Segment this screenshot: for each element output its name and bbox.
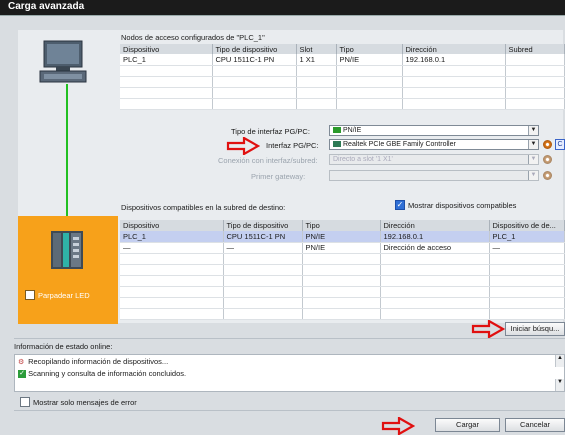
connect-button[interactable]: C (555, 139, 565, 150)
col-tipo-dispositivo[interactable]: Tipo de dispositivo (223, 220, 303, 231)
start-search-button[interactable]: Iniciar búsqu... (505, 322, 565, 336)
table-row (120, 264, 565, 276)
cell: PLC_1 (120, 231, 224, 243)
show-compatible-checkbox[interactable]: ✓ (395, 200, 405, 210)
col-dispositivo[interactable]: Dispositivo (120, 220, 224, 231)
cancel-button[interactable]: Cancelar (505, 418, 565, 432)
red-arrow-icon (381, 416, 416, 435)
compatible-devices-caption: Dispositivos compatibles en la subred de… (121, 203, 286, 212)
col-tipo[interactable]: Tipo (302, 220, 381, 231)
col-dispositivo-destino[interactable]: Dispositivo de de... (489, 220, 565, 231)
cell: PLC_1 (120, 54, 213, 66)
load-button[interactable]: Cargar (435, 418, 500, 432)
chevron-down-icon[interactable]: ▼ (528, 155, 538, 164)
table-row[interactable]: PLC_1 CPU 1511C-1 PN PN/IE 192.168.0.1 P… (120, 231, 565, 243)
col-tipo[interactable]: Tipo (336, 44, 403, 54)
connection-value: Directo a slot '1 X1' (333, 156, 393, 163)
errors-only-checkbox[interactable] (20, 397, 30, 407)
cell: 192.168.0.1 (380, 231, 490, 243)
col-subred[interactable]: Subred (505, 44, 565, 54)
chevron-down-icon[interactable]: ▼ (528, 126, 538, 135)
interface-type-select[interactable]: PN/IE ▼ (329, 125, 539, 136)
connection-label: Conexión con interfaz/subred: (218, 156, 318, 165)
compatible-devices-table: Dispositivo Tipo de dispositivo Tipo Dir… (120, 220, 565, 320)
table-header-row: Dispositivo Tipo de dispositivo Tipo Dir… (120, 220, 565, 231)
table-row (120, 65, 565, 77)
window-title: Carga avanzada (0, 0, 565, 16)
cell: — (223, 242, 303, 254)
col-direccion[interactable]: Dirección (402, 44, 506, 54)
table-row (120, 253, 565, 265)
col-direccion[interactable]: Dirección (380, 220, 490, 231)
interface-select[interactable]: Realtek PCIe GBE Family Controller ▼ (329, 139, 539, 150)
chevron-down-icon[interactable]: ▼ (528, 140, 538, 149)
configured-nodes-caption: Nodos de acceso configurados de "PLC_1" (121, 33, 265, 42)
status-text: Scanning y consulta de información concl… (28, 369, 187, 378)
table-row (120, 98, 565, 110)
network-link-line (66, 84, 68, 219)
table-row (120, 275, 565, 287)
scroll-down-button[interactable]: ▼ (555, 379, 564, 391)
table-row (120, 76, 565, 88)
pnie-icon (333, 127, 341, 134)
connection-select[interactable]: Directo a slot '1 X1' ▼ (329, 154, 539, 165)
cell: — (120, 242, 224, 254)
properties-icon[interactable] (543, 155, 552, 164)
interface-type-label: Tipo de interfaz PG/PC: (231, 127, 310, 136)
table-row[interactable]: PLC_1 CPU 1511C-1 PN 1 X1 PN/IE 192.168.… (120, 54, 565, 66)
interface-type-value: PN/IE (343, 127, 362, 134)
table-row (120, 87, 565, 99)
cell: 192.168.0.1 (402, 54, 506, 66)
chevron-down-icon[interactable]: ▼ (528, 171, 538, 180)
cell (505, 54, 565, 66)
status-text: Recopilando información de dispositivos.… (28, 357, 169, 366)
red-arrow-icon (471, 319, 506, 339)
cell: 1 X1 (296, 54, 337, 66)
status-line: ⚙ Recopilando información de dispositivo… (18, 357, 168, 366)
status-line: ✓ Scanning y consulta de información con… (18, 369, 187, 379)
interface-value: Realtek PCIe GBE Family Controller (343, 141, 456, 148)
cell: PN/IE (302, 242, 381, 254)
errors-only-label: Mostrar solo mensajes de error (33, 398, 137, 407)
properties-icon[interactable] (543, 140, 552, 149)
gateway-label: Primer gateway: (251, 172, 306, 181)
flash-led-label: Parpadear LED (38, 291, 90, 300)
pc-icon (38, 40, 88, 84)
configured-nodes-table: Dispositivo Tipo de dispositivo Slot Tip… (120, 44, 565, 110)
show-compatible-label: Mostrar dispositivos compatibles (408, 201, 517, 210)
table-row (120, 308, 565, 320)
scroll-up-button[interactable]: ▲ (555, 355, 564, 367)
cell: Dirección de acceso (380, 242, 490, 254)
status-heading: Información de estado online: (14, 342, 113, 351)
divider (14, 410, 565, 411)
cell: — (489, 242, 565, 254)
cell: PN/IE (302, 231, 381, 243)
table-header-row: Dispositivo Tipo de dispositivo Slot Tip… (120, 44, 565, 54)
check-icon: ✓ (18, 370, 26, 379)
interface-label: Interfaz PG/PC: (266, 141, 319, 150)
table-row (120, 297, 565, 309)
plc-device-icon (51, 229, 83, 271)
network-card-icon (333, 141, 341, 148)
flash-led-checkbox[interactable] (25, 290, 35, 300)
col-dispositivo[interactable]: Dispositivo (120, 44, 213, 54)
col-slot[interactable]: Slot (296, 44, 337, 54)
table-row[interactable]: — — PN/IE Dirección de acceso — (120, 242, 565, 254)
red-arrow-icon (226, 136, 261, 156)
gear-icon: ⚙ (18, 359, 25, 366)
connect-button-label: C (557, 141, 563, 148)
cell: PLC_1 (489, 231, 565, 243)
cell: CPU 1511C-1 PN (212, 54, 297, 66)
status-log: ⚙ Recopilando información de dispositivo… (14, 354, 565, 392)
table-row (120, 286, 565, 298)
cell: CPU 1511C-1 PN (223, 231, 303, 243)
cell: PN/IE (336, 54, 403, 66)
divider (14, 338, 565, 339)
col-tipo-dispositivo[interactable]: Tipo de dispositivo (212, 44, 297, 54)
gateway-select[interactable]: ▼ (329, 170, 539, 181)
properties-icon[interactable] (543, 171, 552, 180)
